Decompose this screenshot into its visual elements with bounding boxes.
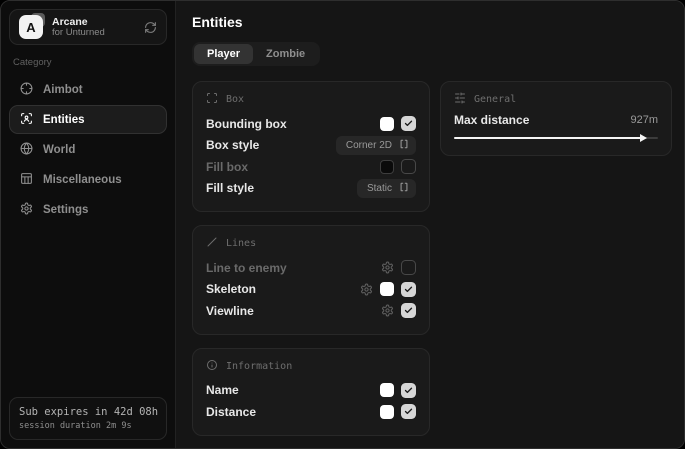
lines-card-header: Lines: [206, 236, 416, 251]
slider-thumb[interactable]: [640, 134, 647, 142]
app-logo: A: [19, 15, 43, 39]
box-card: Box Bounding box Box style Corne: [192, 81, 430, 212]
color-swatch[interactable]: [380, 383, 394, 397]
row-label: Box style: [206, 138, 259, 152]
row-distance: Distance: [206, 401, 416, 423]
dropdown-value: Static: [367, 183, 392, 194]
scan-box-icon: [206, 92, 218, 107]
row-line-to-enemy: Line to enemy: [206, 257, 416, 279]
app-name: Arcane: [52, 16, 105, 28]
session-duration-text: session duration 2m 9s: [19, 421, 157, 431]
general-card: General Max distance 927m: [440, 81, 672, 156]
card-title: General: [474, 94, 516, 105]
sidebar: A Arcane for Unturned Category Aimbot En…: [1, 1, 176, 448]
sidebar-item-label: Settings: [43, 204, 88, 216]
grid-icon: [20, 172, 33, 188]
row-fill-style: Fill style Static: [206, 178, 416, 200]
sidebar-item-entities[interactable]: Entities: [9, 105, 167, 134]
information-card: Information Name Distance: [192, 348, 430, 436]
crosshair-icon: [20, 82, 33, 98]
row-label: Viewline: [206, 304, 254, 318]
max-distance-value: 927m: [630, 114, 658, 126]
sidebar-item-settings[interactable]: Settings: [9, 195, 167, 224]
brackets-icon: [399, 179, 409, 197]
tab-zombie[interactable]: Zombie: [253, 44, 318, 64]
fill-box-checkbox[interactable]: [401, 159, 416, 174]
row-fill-box: Fill box: [206, 156, 416, 178]
color-swatch[interactable]: [380, 405, 394, 419]
row-box-style: Box style Corner 2D: [206, 135, 416, 157]
sidebar-item-label: Aimbot: [43, 84, 83, 96]
row-label: Distance: [206, 405, 256, 419]
scan-person-icon: [20, 112, 33, 128]
category-label: Category: [13, 57, 163, 68]
sidebar-item-miscellaneous[interactable]: Miscellaneous: [9, 165, 167, 194]
card-title: Lines: [226, 238, 256, 249]
skeleton-settings-icon[interactable]: [360, 283, 373, 296]
row-name: Name: [206, 380, 416, 402]
right-column: General Max distance 927m: [440, 81, 672, 156]
info-icon: [206, 359, 218, 374]
row-label: Fill style: [206, 181, 254, 195]
color-swatch[interactable]: [380, 117, 394, 131]
skeleton-checkbox[interactable]: [401, 282, 416, 297]
sidebar-nav: Aimbot Entities World Miscellaneous Sett…: [9, 75, 167, 224]
row-skeleton: Skeleton: [206, 279, 416, 301]
entity-tabs: Player Zombie: [192, 42, 320, 66]
slider-fill: [454, 137, 644, 139]
page-title: Entities: [192, 14, 672, 30]
line-to-enemy-settings-icon[interactable]: [381, 261, 394, 274]
sidebar-item-label: World: [43, 144, 75, 156]
viewline-checkbox[interactable]: [401, 303, 416, 318]
row-label: Max distance: [454, 113, 529, 127]
viewline-settings-icon[interactable]: [381, 304, 394, 317]
fill-style-dropdown[interactable]: Static: [357, 179, 416, 198]
line-to-enemy-checkbox[interactable]: [401, 260, 416, 275]
left-column: Box Bounding box Box style Corne: [192, 81, 430, 436]
bounding-box-checkbox[interactable]: [401, 116, 416, 131]
row-label: Bounding box: [206, 117, 287, 131]
general-card-header: General: [454, 92, 658, 107]
app-header-card: A Arcane for Unturned: [9, 9, 167, 45]
content-area: Box Bounding box Box style Corne: [192, 81, 672, 436]
distance-checkbox[interactable]: [401, 404, 416, 419]
app-subtitle: for Unturned: [52, 28, 105, 39]
sidebar-item-label: Miscellaneous: [43, 174, 122, 186]
card-title: Box: [226, 94, 244, 105]
information-card-header: Information: [206, 359, 416, 374]
app-titles: Arcane for Unturned: [52, 16, 105, 39]
color-swatch[interactable]: [380, 282, 394, 296]
row-label: Skeleton: [206, 282, 256, 296]
row-label: Name: [206, 383, 239, 397]
row-label: Line to enemy: [206, 261, 287, 275]
name-checkbox[interactable]: [401, 383, 416, 398]
dropdown-value: Corner 2D: [346, 140, 392, 151]
sidebar-item-world[interactable]: World: [9, 135, 167, 164]
box-style-dropdown[interactable]: Corner 2D: [336, 136, 416, 155]
color-swatch[interactable]: [380, 160, 394, 174]
diagonal-line-icon: [206, 236, 218, 251]
brackets-icon: [399, 136, 409, 154]
max-distance-slider[interactable]: [454, 133, 658, 143]
lines-card: Lines Line to enemy Skeleton: [192, 225, 430, 335]
box-card-header: Box: [206, 92, 416, 107]
app-window: A Arcane for Unturned Category Aimbot En…: [0, 0, 685, 449]
subscription-info-box: Sub expires in 42d 08h session duration …: [9, 397, 167, 440]
sliders-icon: [454, 92, 466, 107]
card-title: Information: [226, 361, 292, 372]
gear-icon: [20, 202, 33, 218]
row-viewline: Viewline: [206, 300, 416, 322]
refresh-icon[interactable]: [144, 21, 157, 34]
sidebar-item-label: Entities: [43, 114, 85, 126]
row-label: Fill box: [206, 160, 248, 174]
globe-icon: [20, 142, 33, 158]
logo-letter: A: [19, 15, 43, 39]
main-panel: Entities Player Zombie Box Bounding box: [176, 1, 684, 448]
tab-player[interactable]: Player: [194, 44, 253, 64]
row-bounding-box: Bounding box: [206, 113, 416, 135]
row-max-distance: Max distance 927m: [454, 113, 658, 127]
sidebar-item-aimbot[interactable]: Aimbot: [9, 75, 167, 104]
sub-expiry-text: Sub expires in 42d 08h: [19, 406, 157, 418]
